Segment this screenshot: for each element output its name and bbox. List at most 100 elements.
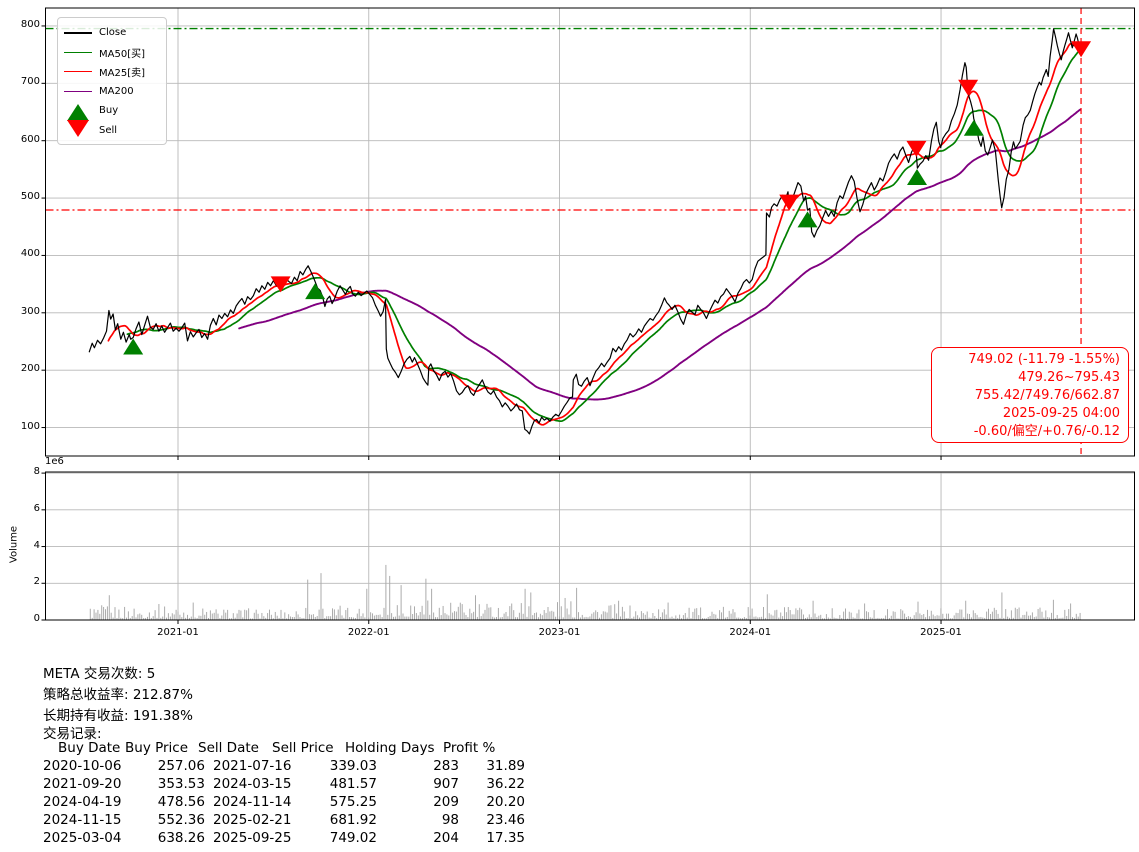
legend-item: Buy [64,101,159,122]
legend-line-swatch [64,90,92,92]
trade-cell: 2024-03-15 [213,776,292,792]
trade-cell: 2024-04-19 [43,794,122,810]
legend-line-swatch [64,71,92,73]
trade-count-line: META 交易次数: 5 [43,666,156,682]
x-tick-label: 2025-01 [920,627,962,638]
trade-cell: 552.36 [157,812,205,828]
buy-marker [906,169,927,186]
annotation-line: 749.02 (-11.79 -1.55%) [968,352,1120,367]
legend-item: MA200 [64,82,159,102]
trade-cell: 575.25 [329,794,377,810]
x-tick-label: 2023-01 [538,627,581,638]
volume-scale-offset-label: 1e6 [45,456,64,467]
trade-cell: 2021-09-20 [43,776,122,792]
trades-header-cell: Sell Date [198,740,259,756]
chart-legend: Close MA50[买] MA25[卖] MA200 Buy Sell [57,17,167,145]
buy-marker [305,283,326,300]
legend-label: Sell [99,124,118,136]
legend-marker-swatch-wrap [64,119,92,137]
legend-label: MA50[买] [99,48,145,60]
legend-line-swatch-wrap [64,51,92,53]
trade-cell: 23.46 [486,812,525,828]
legend-line-swatch [64,51,92,53]
volume-ytick-label: 6 [33,502,40,514]
strategy-return-line: 策略总收益率: 212.87% [43,687,193,703]
sell-marker [958,79,979,96]
price-ytick-label: 600 [20,133,40,145]
legend-item: Sell [64,119,159,141]
trade-cell: 2025-03-04 [43,830,122,846]
volume-ytick-label: 2 [33,576,40,588]
trade-cell: 257.06 [157,758,205,774]
legend-line-swatch-wrap [64,90,92,92]
sell-marker [1071,41,1092,58]
trade-cell: 17.35 [486,830,525,846]
price-ytick-label: 300 [20,305,40,317]
annotation-line: -0.60/偏空/+0.76/-0.12 [973,424,1120,439]
legend-line-swatch-wrap [64,31,92,34]
volume-ytick-label: 8 [33,466,40,478]
price-ytick-label: 100 [20,420,40,432]
trade-cell: 36.22 [486,776,525,792]
trade-record-title: 交易记录: [43,726,102,742]
hold-return-line: 长期持有收益: 191.38% [43,708,193,724]
price-ytick-label: 800 [20,18,40,30]
legend-label: MA25[卖] [99,68,145,80]
legend-label: MA200 [99,85,134,97]
price-annotation-box: 749.02 (-11.79 -1.55%) 479.26~795.43 755.4… [931,347,1129,443]
trade-cell: 20.20 [486,794,525,810]
strategy-chart-page: 100 200 300 400 500 600 700 800 0 2 4 6 8 2021-01 2022… [0,0,1139,852]
trade-cell: 478.56 [157,794,205,810]
trade-cell: 2021-07-16 [213,758,292,774]
trade-cell: 2025-09-25 [213,830,292,846]
trade-cell: 209 [433,794,459,810]
trades-header-cell: Sell Price [272,740,334,756]
trade-cell: 481.57 [329,776,377,792]
volume-panel-frame [45,471,1135,621]
annotation-line: 755.42/749.76/662.87 [974,388,1120,403]
x-tick-label: 2021-01 [157,627,199,638]
trade-cell: 2025-02-21 [213,812,292,828]
buy-marker [963,119,984,136]
legend-marker-swatch-wrap [64,104,92,122]
annotation-line: 479.26~795.43 [1018,370,1120,385]
trade-cell: 638.26 [157,830,205,846]
trade-cell: 339.03 [329,758,377,774]
price-volume-chart [41,7,1135,624]
trade-cell: 283 [433,758,459,774]
trade-cell: 2020-10-06 [43,758,122,774]
price-ytick-label: 700 [20,76,40,88]
legend-item: MA25[卖] [64,62,159,82]
trade-cell: 2024-11-15 [43,812,122,828]
volume-ytick-label: 4 [33,539,40,551]
x-tick-label: 2022-01 [347,627,390,638]
trade-cell: 749.02 [329,830,377,846]
volume-ytick-label: 0 [33,613,40,624]
trade-cell: 907 [433,776,459,792]
trade-cell: 204 [433,830,459,846]
trade-cell: 681.92 [329,812,377,828]
trade-cell: 353.53 [157,776,205,792]
legend-label: Close [99,27,127,39]
price-ytick-label: 200 [20,363,40,375]
legend-item: Close [64,23,159,43]
buy-triangle-icon [67,104,89,122]
trade-cell: 2024-11-14 [213,794,292,810]
trades-header-cell: Profit % [443,740,496,756]
sell-marker [779,194,800,211]
volume-axis-title: Volume [8,525,20,564]
trades-header-cell: Buy Price [125,740,189,756]
trades-header-cell: Holding Days [345,740,435,756]
x-tick-label: 2024-01 [729,627,772,638]
trades-header-cell: Buy Date [58,740,121,756]
price-ytick-label: 400 [20,248,40,260]
legend-line-swatch [64,31,92,34]
sell-triangle-icon [67,119,89,137]
buy-marker [797,211,818,228]
price-ytick-label: 500 [20,191,40,203]
legend-label: Buy [99,105,119,117]
legend-line-swatch-wrap [64,71,92,73]
trade-cell: 31.89 [486,758,525,774]
trade-cell: 98 [441,812,459,828]
legend-item: MA50[买] [64,43,159,63]
